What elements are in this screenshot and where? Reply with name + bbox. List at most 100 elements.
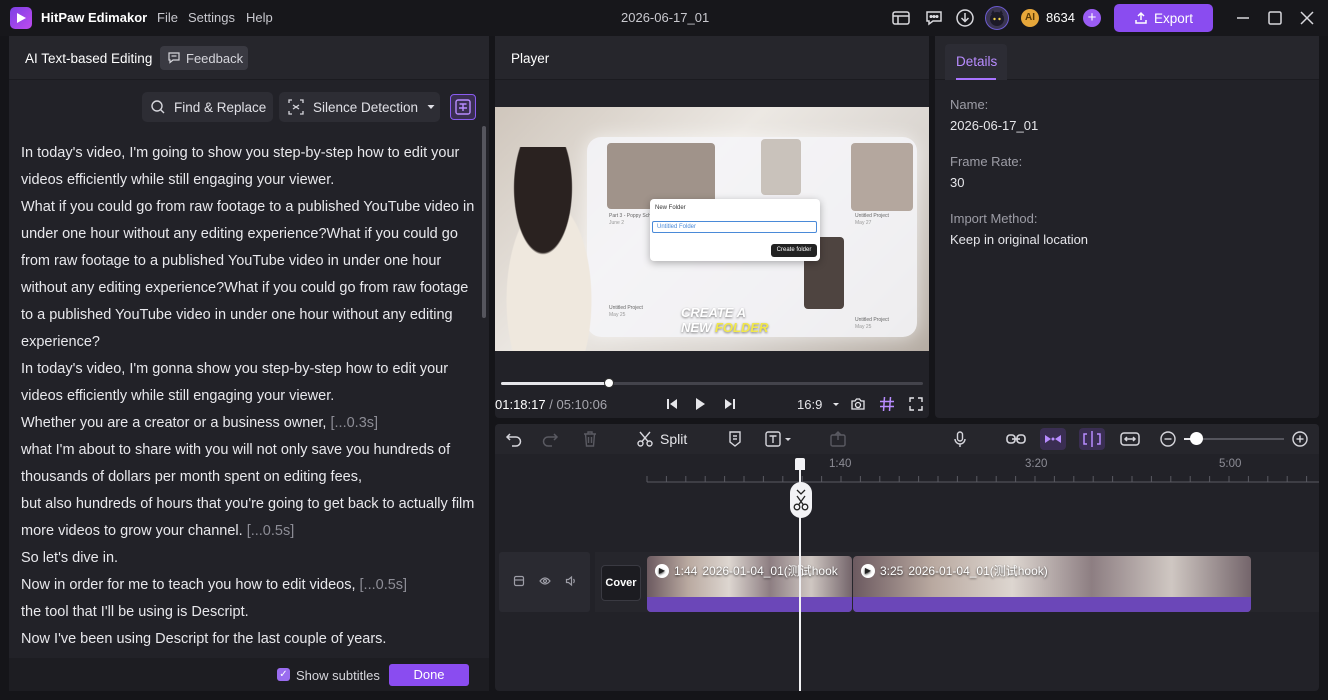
microphone-icon[interactable]	[951, 430, 969, 448]
thumb-label: Untitled Project	[855, 213, 889, 219]
play-icon[interactable]	[692, 396, 708, 412]
zoom-in-icon[interactable]	[1291, 430, 1309, 448]
playhead-split-icon[interactable]	[790, 482, 812, 518]
playback-progress-handle[interactable]	[603, 378, 614, 388]
app-name: HitPaw Edimakor	[41, 10, 148, 25]
transcript-line[interactable]: the tool that I'll be using is Descript.	[21, 599, 483, 626]
transcript-line[interactable]: In today's video, I'm going to show you …	[21, 140, 483, 194]
caption-line-1: CREATE A	[681, 305, 746, 320]
minimize-icon[interactable]	[1234, 9, 1252, 27]
project-title: 2026-06-17_01	[621, 10, 710, 25]
user-avatar[interactable]	[985, 6, 1009, 30]
transcript-line[interactable]: what I'm about to share with you will no…	[21, 437, 483, 491]
redo-icon[interactable]	[541, 430, 559, 448]
download-icon[interactable]	[955, 8, 975, 28]
silence-detection-dropdown[interactable]: Silence Detection	[279, 92, 440, 122]
menu-settings[interactable]: Settings	[188, 10, 235, 25]
tab-details-label: Details	[956, 54, 998, 69]
transcript-text[interactable]: In today's video, I'm going to show you …	[21, 140, 483, 653]
track-audio-icon[interactable]	[565, 575, 577, 587]
layout-icon[interactable]	[891, 8, 911, 28]
tab-active-indicator	[956, 78, 996, 80]
timeline-panel: Split 1:40 3:20 5:00 Cover ▶ 1:44 2026-0…	[495, 424, 1319, 691]
maximize-icon[interactable]	[1266, 9, 1284, 27]
search-icon	[151, 100, 165, 114]
thumb-label: Part 3 - Poppy Sch	[609, 213, 651, 219]
marker-icon[interactable]	[726, 430, 744, 448]
transcript-line[interactable]: So let's dive in.	[21, 545, 483, 572]
video-preview[interactable]: Part 3 - Poppy Sch June 2 Untitled Proje…	[495, 107, 929, 351]
transcript-scrollbar[interactable]	[482, 126, 486, 318]
detail-value-frame-rate: 30	[950, 175, 965, 190]
transcript-line[interactable]: In today's video, I'm gonna show you ste…	[21, 356, 483, 410]
next-frame-icon[interactable]	[722, 396, 738, 412]
playhead-handle[interactable]	[795, 458, 805, 470]
done-button[interactable]: Done	[389, 664, 469, 686]
caption-word-new: NEW	[681, 320, 712, 335]
transcript-line[interactable]: Whether you are a creator or a business …	[21, 410, 483, 437]
thumb-date: May 27	[855, 220, 872, 226]
audio-waveform	[647, 597, 852, 612]
menu-file[interactable]: File	[157, 10, 178, 25]
clip-name: 2026-01-04_01(测试hook	[702, 564, 838, 578]
zoom-slider-handle[interactable]	[1190, 432, 1203, 445]
text-editing-header: AI Text-based Editing Feedback	[9, 36, 489, 80]
timeline-ruler[interactable]	[595, 458, 1319, 484]
video-caption: CREATE A NEW FOLDER	[681, 305, 768, 335]
player-title: Player	[511, 51, 550, 66]
delete-icon[interactable]	[581, 430, 599, 448]
track-visibility-icon[interactable]	[539, 575, 551, 587]
aspect-ratio-dropdown[interactable]: 16:9	[797, 397, 822, 412]
clip-label: ▶ 1:44 2026-01-04_01(测试hook	[655, 562, 838, 579]
chat-icon[interactable]	[924, 8, 944, 28]
clip-play-icon: ▶	[655, 563, 669, 578]
transcript-line[interactable]: Now I've been using Descript for the las…	[21, 626, 483, 653]
tab-details[interactable]: Details	[945, 44, 1007, 80]
close-icon[interactable]	[1298, 9, 1316, 27]
credits-coin-icon: AI	[1021, 9, 1039, 27]
detail-value-import-method: Keep in original location	[950, 232, 1089, 247]
aspect-ratio-value: 16:9	[797, 397, 823, 412]
track-lock-icon[interactable]	[513, 575, 525, 587]
timeline-clip[interactable]: ▶ 1:44 2026-01-04_01(测试hook	[647, 556, 852, 612]
fullscreen-icon[interactable]	[908, 396, 924, 412]
menu-help[interactable]: Help	[246, 10, 273, 25]
playback-time: 01:18:17 / 05:10:06	[495, 397, 607, 412]
feedback-icon	[168, 52, 180, 64]
detail-label-frame-rate: Frame Rate:	[950, 154, 1023, 169]
transcript-line[interactable]: What if you could go from raw footage to…	[21, 194, 483, 356]
magnet-snap-icon[interactable]	[1079, 428, 1105, 450]
camera-icon[interactable]	[850, 396, 866, 412]
cover-button[interactable]: Cover	[601, 565, 641, 601]
ai-cut-icon[interactable]	[1040, 428, 1066, 450]
subtitle-style-icon[interactable]	[450, 94, 476, 120]
split-label[interactable]: Split	[660, 431, 687, 447]
freeze-frame-icon[interactable]	[829, 430, 847, 448]
silence-gap-marker: [...0.5s]	[359, 577, 408, 593]
title-bar: HitPaw Edimakor File Settings Help 2026-…	[0, 0, 1328, 36]
video-presenter	[495, 147, 615, 351]
chevron-down-icon[interactable]	[828, 396, 844, 412]
ruler-label: 3:20	[1025, 458, 1048, 470]
transcript-line[interactable]: Now in order for me to teach you how to …	[21, 572, 483, 599]
detail-value-name: 2026-06-17_01	[950, 118, 1039, 133]
show-subtitles-checkbox[interactable]: ✓	[277, 668, 290, 681]
video-thumbnail	[761, 139, 801, 195]
link-icon[interactable]	[1005, 430, 1027, 448]
transcript-line[interactable]: but also hundreds of hours that you're g…	[21, 491, 483, 545]
add-credits-button[interactable]: +	[1083, 9, 1101, 27]
find-replace-label: Find & Replace	[174, 99, 267, 115]
fit-timeline-icon[interactable]	[1119, 430, 1141, 448]
scissors-icon[interactable]	[636, 430, 654, 448]
undo-icon[interactable]	[505, 430, 523, 448]
find-replace-button[interactable]: Find & Replace	[142, 92, 273, 122]
grid-icon[interactable]	[879, 396, 895, 412]
text-tool-icon[interactable]	[764, 430, 794, 448]
export-button[interactable]: Export	[1114, 4, 1213, 32]
feedback-button[interactable]: Feedback	[160, 46, 248, 70]
previous-frame-icon[interactable]	[664, 396, 680, 412]
total-time: / 05:10:06	[549, 397, 608, 412]
silence-gap-marker: [...0.5s]	[246, 523, 295, 539]
zoom-out-icon[interactable]	[1159, 430, 1177, 448]
timeline-clip[interactable]: ▶ 3:25 2026-01-04_01(测试hook)	[853, 556, 1251, 612]
